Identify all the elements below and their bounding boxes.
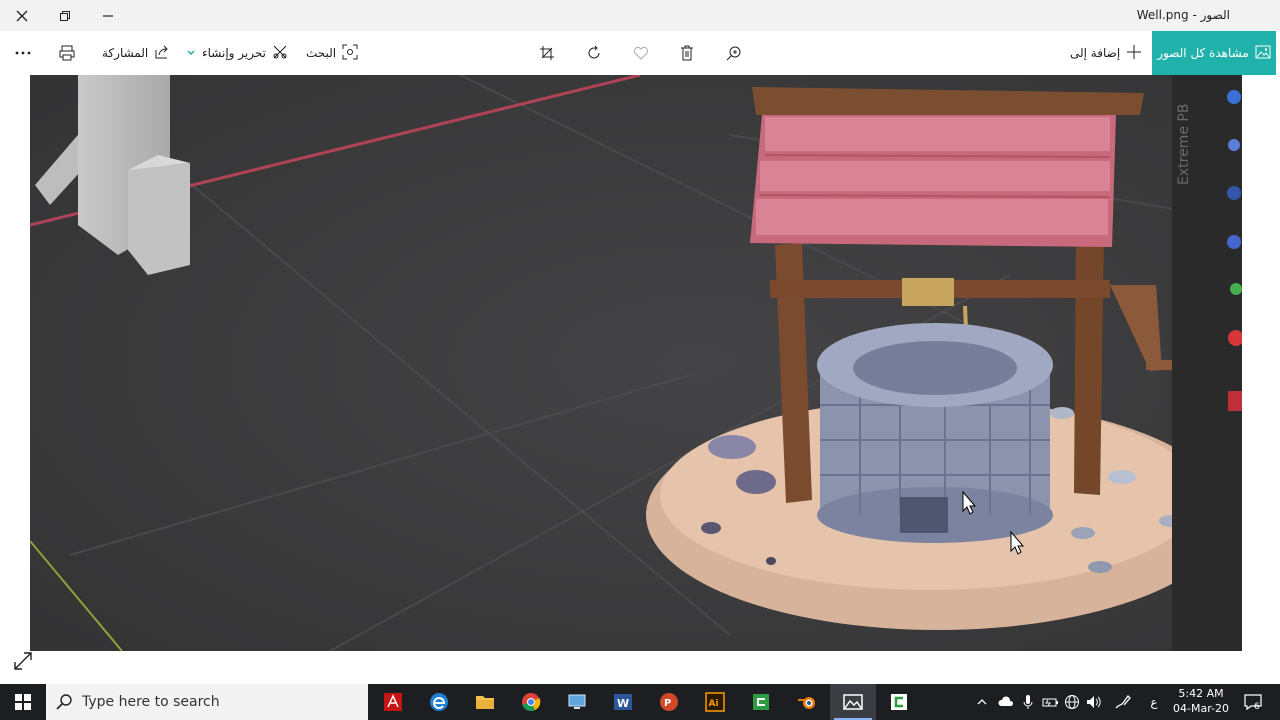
more-button[interactable] xyxy=(8,31,38,75)
action-center-button[interactable]: 6 xyxy=(1238,684,1268,720)
taskbar-search[interactable]: Type here to search xyxy=(46,684,368,720)
share-label: المشاركة xyxy=(102,46,149,60)
taskbar-file-explorer[interactable] xyxy=(462,684,508,720)
rotate-icon xyxy=(579,31,609,75)
edit-create-button[interactable]: تحرير وإنشاء xyxy=(186,31,288,75)
speaker-icon xyxy=(1087,696,1101,708)
rotate-button[interactable] xyxy=(579,31,609,75)
pen-icon xyxy=(1115,694,1131,709)
crop-button[interactable] xyxy=(532,31,562,75)
taskbar-clock[interactable]: 5:42 AM 04-Mar-20 xyxy=(1168,686,1234,716)
tray-pen[interactable] xyxy=(1110,684,1136,720)
search-button[interactable]: البحث xyxy=(306,31,358,75)
microphone-icon xyxy=(1023,695,1033,709)
close-icon xyxy=(16,10,28,21)
add-to-button[interactable]: إضافة إلى xyxy=(1070,31,1142,75)
fullscreen-button[interactable] xyxy=(12,650,34,672)
photos-icon xyxy=(843,694,863,710)
favorite-button[interactable] xyxy=(626,31,656,75)
print-button[interactable] xyxy=(52,31,82,75)
see-all-photos-label: مشاهدة كل الصور xyxy=(1157,46,1249,60)
image-viewport[interactable]: Extreme PB xyxy=(30,75,1242,651)
restore-icon xyxy=(60,10,70,21)
edge-icon xyxy=(430,693,448,711)
search-label: البحث xyxy=(306,46,337,60)
taskbar-camtasia[interactable] xyxy=(738,684,784,720)
plus-icon xyxy=(1126,44,1142,63)
share-icon xyxy=(154,44,170,63)
taskbar: Type here to search W P Ai ع 5:42 AM 04-… xyxy=(0,684,1280,720)
restore-button[interactable] xyxy=(43,0,87,31)
delete-button[interactable] xyxy=(672,31,702,75)
battery-icon xyxy=(1042,698,1058,707)
acrobat-icon xyxy=(384,693,402,711)
close-button[interactable] xyxy=(0,0,44,31)
cloud-icon xyxy=(998,696,1014,706)
clock-date: 04-Mar-20 xyxy=(1173,702,1229,715)
heart-icon xyxy=(626,31,656,75)
notification-icon xyxy=(1244,694,1262,711)
chevron-down-icon xyxy=(186,46,196,60)
minimize-icon xyxy=(103,14,113,17)
taskbar-camtasia-2[interactable] xyxy=(876,684,922,720)
svg-text:Ai: Ai xyxy=(709,699,719,709)
chevron-up-icon xyxy=(977,699,987,705)
taskbar-illustrator[interactable]: Ai xyxy=(692,684,738,720)
tray-volume[interactable] xyxy=(1084,684,1104,720)
taskbar-acrobat[interactable] xyxy=(370,684,416,720)
clock-time: 5:42 AM xyxy=(1178,687,1224,700)
svg-text:W: W xyxy=(617,697,629,710)
zoom-icon xyxy=(719,31,749,75)
chrome-icon xyxy=(522,693,541,711)
minimize-button[interactable] xyxy=(86,0,130,31)
powerpoint-icon: P xyxy=(660,693,678,711)
more-icon xyxy=(8,31,38,75)
illustrator-icon: Ai xyxy=(705,692,725,712)
edit-icon xyxy=(272,44,288,63)
crop-icon xyxy=(532,31,562,75)
taskbar-chrome[interactable] xyxy=(508,684,554,720)
globe-icon xyxy=(1065,695,1079,709)
notification-count: 6 xyxy=(1254,702,1260,712)
visual-search-icon xyxy=(342,44,358,63)
tray-microphone[interactable] xyxy=(1018,684,1038,720)
print-icon xyxy=(52,31,82,75)
monitor-icon xyxy=(568,694,586,709)
see-all-photos-button[interactable]: مشاهدة كل الصور xyxy=(1152,31,1276,75)
gallery-icon xyxy=(1255,45,1271,62)
add-to-label: إضافة إلى xyxy=(1070,46,1121,60)
edit-create-label: تحرير وإنشاء xyxy=(202,46,266,60)
start-button[interactable] xyxy=(0,684,46,720)
trash-icon xyxy=(672,31,702,75)
well-render-image: Extreme PB xyxy=(30,75,1242,651)
command-bar: المشاركة تحرير وإنشاء البحث إضافة إلى xyxy=(0,31,1280,75)
share-button[interactable]: المشاركة xyxy=(102,31,170,75)
window-title: الصور - Well.png xyxy=(1136,8,1230,22)
tray-battery[interactable] xyxy=(1040,684,1060,720)
search-icon xyxy=(56,694,72,710)
taskbar-blender[interactable] xyxy=(784,684,830,720)
taskbar-search-placeholder: Type here to search xyxy=(82,694,220,710)
tray-network[interactable] xyxy=(1062,684,1082,720)
taskbar-powerpoint[interactable]: P xyxy=(646,684,692,720)
expand-icon xyxy=(14,652,32,670)
windows-logo-icon xyxy=(15,694,31,710)
tray-onedrive[interactable] xyxy=(996,684,1016,720)
zoom-button[interactable] xyxy=(719,31,749,75)
tray-expand[interactable] xyxy=(972,684,992,720)
taskbar-word[interactable]: W xyxy=(600,684,646,720)
blender-icon xyxy=(798,697,815,709)
taskbar-photos[interactable] xyxy=(830,684,876,720)
word-icon: W xyxy=(614,694,632,710)
svg-text:P: P xyxy=(664,698,671,709)
camtasia-icon xyxy=(753,694,769,710)
render-sidebar-text: Extreme PB xyxy=(1176,104,1192,185)
folder-icon xyxy=(476,696,494,709)
taskbar-remote-desktop[interactable] xyxy=(554,684,600,720)
taskbar-edge[interactable] xyxy=(416,684,462,720)
tray-language[interactable]: ع xyxy=(1142,684,1166,720)
camtasia-recorder-icon xyxy=(891,694,907,710)
title-bar: الصور - Well.png xyxy=(0,0,1280,31)
